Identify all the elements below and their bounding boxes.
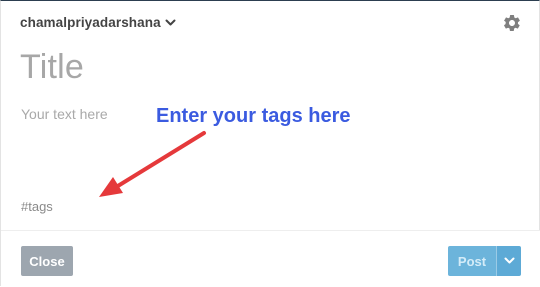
chevron-down-icon (504, 257, 515, 265)
chevron-down-icon (165, 19, 176, 27)
blog-selector[interactable]: chamalpriyadarshana (20, 15, 176, 30)
post-options-button[interactable] (497, 246, 521, 276)
title-input[interactable]: Title (20, 48, 84, 87)
body-text-input[interactable]: Your text here (21, 106, 108, 122)
blog-name: chamalpriyadarshana (20, 15, 161, 30)
post-editor-dialog: chamalpriyadarshana Title Your text here… (0, 0, 540, 287)
annotation-label: Enter your tags here (156, 105, 351, 127)
tags-input[interactable]: #tags (21, 199, 53, 214)
post-button[interactable]: Post (448, 246, 496, 276)
gear-icon[interactable] (502, 13, 522, 33)
dialog-footer: Close Post (1, 230, 540, 287)
annotation-arrow-icon (99, 131, 206, 197)
close-button[interactable]: Close (21, 246, 73, 276)
post-button-group: Post (448, 246, 521, 276)
